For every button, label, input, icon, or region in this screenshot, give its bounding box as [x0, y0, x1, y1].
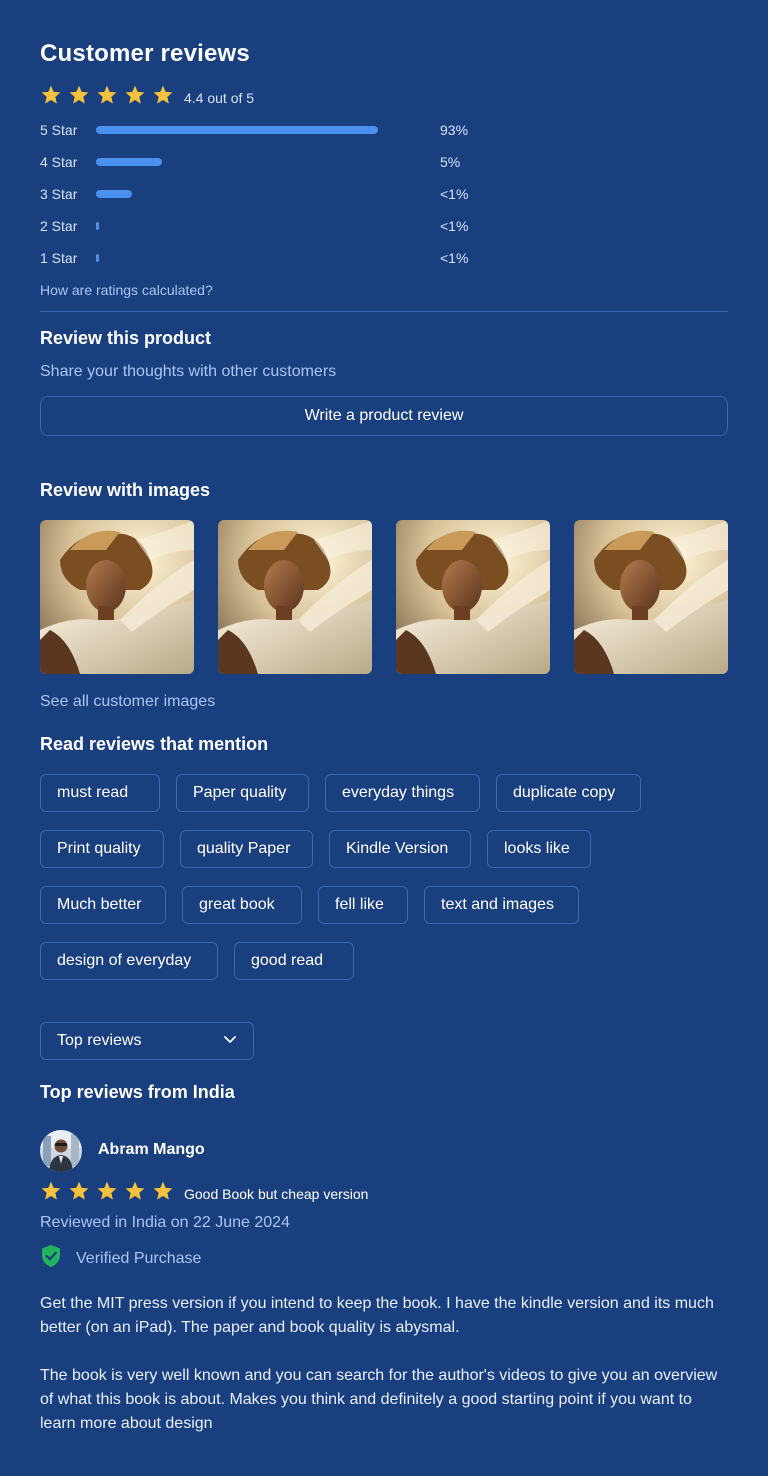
mention-chip[interactable]: fell like	[318, 886, 408, 924]
star-icon	[124, 1180, 146, 1207]
divider	[40, 311, 728, 312]
star-icon	[68, 84, 90, 111]
mention-chip[interactable]: looks like	[487, 830, 591, 868]
histogram-percent: 5%	[440, 154, 461, 170]
review-stars	[40, 1180, 174, 1207]
mention-chip[interactable]: duplicate copy	[496, 774, 641, 812]
histogram-label: 5 Star	[40, 122, 78, 138]
mention-chip[interactable]: good read	[234, 942, 354, 980]
histogram-percent: <1%	[440, 186, 469, 202]
review-rating: Good Book but cheap version	[40, 1180, 368, 1207]
review-body-paragraph: The book is very well known and you can …	[40, 1367, 718, 1432]
histogram-label: 3 Star	[40, 186, 78, 202]
overall-rating: 4.4 out of 5	[40, 84, 254, 111]
mention-chip[interactable]: Paper quality	[176, 774, 309, 812]
shield-check-icon	[40, 1244, 62, 1273]
mention-chip[interactable]: design of everyday	[40, 942, 218, 980]
avatar[interactable]	[40, 1130, 82, 1172]
histogram-bar-track	[96, 126, 396, 134]
review-product-subtitle: Share your thoughts with other customers	[40, 363, 337, 380]
top-reviews-title: Top reviews from India	[40, 1082, 235, 1102]
histogram-label: 4 Star	[40, 154, 78, 170]
review-image-thumbnail[interactable]	[574, 520, 728, 674]
review-image-thumbnail[interactable]	[40, 520, 194, 674]
review-image-thumbnail[interactable]	[218, 520, 372, 674]
review-date: Reviewed in India on 22 June 2024	[40, 1214, 290, 1231]
star-icon	[152, 84, 174, 111]
star-icon	[40, 84, 62, 111]
review-images-title: Review with images	[40, 480, 211, 500]
sort-select[interactable]: Top reviews	[40, 1022, 254, 1060]
histogram-bar-fill	[96, 254, 99, 262]
histogram-bar-fill	[96, 190, 132, 198]
ratings-info-link[interactable]: How are ratings calculated?	[40, 282, 213, 298]
histogram-percent: 93%	[440, 122, 469, 138]
histogram-bar-fill	[96, 126, 378, 134]
histogram-bar-track	[96, 222, 396, 230]
histogram-percent: <1%	[440, 250, 469, 266]
histogram-row[interactable]: 2 Star <1%	[40, 216, 480, 236]
review-body-paragraph: Get the MIT press version if you intend …	[40, 1295, 714, 1336]
mention-chip[interactable]: everyday things	[325, 774, 480, 812]
histogram-row[interactable]: 4 Star 5%	[40, 152, 480, 172]
overall-stars	[40, 84, 174, 111]
histogram-row[interactable]: 1 Star <1%	[40, 248, 480, 268]
star-icon	[68, 1180, 90, 1207]
histogram-label: 2 Star	[40, 218, 78, 234]
rating-summary: 4.4 out of 5	[184, 89, 255, 106]
mention-chip[interactable]: quality Paper	[180, 830, 313, 868]
histogram-label: 1 Star	[40, 250, 78, 266]
review-image-thumbnail[interactable]	[396, 520, 550, 674]
histogram-bar-fill	[96, 158, 162, 166]
chevron-down-icon	[223, 1032, 237, 1051]
histogram-percent: <1%	[440, 218, 469, 234]
histogram-bar-fill	[96, 222, 99, 230]
histogram-bar-track	[96, 190, 396, 198]
sort-selected-value: Top reviews	[57, 1032, 142, 1049]
verified-label: Verified Purchase	[76, 1249, 202, 1267]
histogram-bar-track	[96, 158, 396, 166]
star-icon	[152, 1180, 174, 1207]
star-icon	[96, 1180, 118, 1207]
mentions-title: Read reviews that mention	[40, 734, 269, 754]
review-product-title: Review this product	[40, 328, 212, 348]
histogram-row[interactable]: 5 Star 93%	[40, 120, 480, 140]
see-all-images-link[interactable]: See all customer images	[40, 693, 215, 711]
mention-chip[interactable]: text and images	[424, 886, 579, 924]
write-review-button[interactable]: Write a product review	[40, 396, 728, 436]
star-icon	[124, 84, 146, 111]
reviewer-name[interactable]: Abram Mango	[98, 1141, 205, 1159]
mention-chip[interactable]: must read	[40, 774, 160, 812]
histogram-bar-track	[96, 254, 396, 262]
review-headline[interactable]: Good Book but cheap version	[184, 1186, 368, 1202]
page-title: Customer reviews	[40, 40, 250, 67]
star-icon	[40, 1180, 62, 1207]
mention-chip[interactable]: Print quality	[40, 830, 164, 868]
histogram-row[interactable]: 3 Star <1%	[40, 184, 480, 204]
mention-chip[interactable]: Much better	[40, 886, 166, 924]
star-icon	[96, 84, 118, 111]
mention-chip[interactable]: great book	[182, 886, 302, 924]
mention-chip[interactable]: Kindle Version	[329, 830, 471, 868]
verified-purchase-badge: Verified Purchase	[40, 1244, 201, 1273]
